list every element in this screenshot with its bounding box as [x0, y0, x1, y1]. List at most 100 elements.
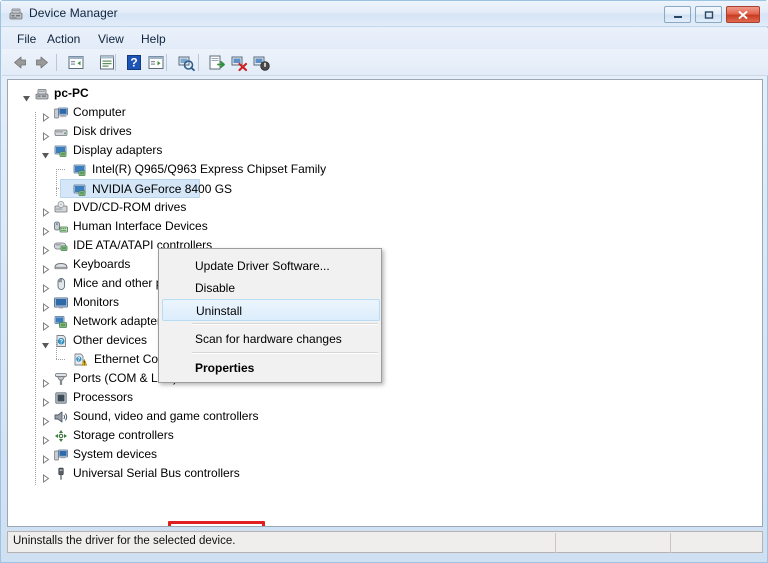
status-bar-divider [555, 533, 556, 553]
tree-guide [56, 169, 57, 197]
menu-file[interactable]: File [12, 31, 41, 47]
display-adapter-icon [72, 182, 88, 198]
status-bar: Uninstalls the driver for the selected d… [7, 531, 763, 553]
device-manager-icon [8, 6, 24, 22]
chevron-right-icon[interactable] [41, 470, 50, 483]
properties-icon[interactable] [97, 53, 117, 72]
tree-item-label: pc-PC [54, 86, 89, 100]
chevron-down-icon[interactable] [41, 147, 50, 159]
context-menu-item-properties[interactable]: Properties [162, 357, 380, 379]
minimize-button[interactable] [664, 6, 691, 23]
context-menu-separator [192, 323, 378, 325]
back-arrow-icon[interactable] [10, 53, 30, 72]
menu-view[interactable]: View [93, 31, 129, 47]
hid-icon [53, 219, 69, 235]
chevron-right-icon[interactable] [41, 223, 50, 236]
minimize-icon [665, 7, 690, 22]
tree-item-label: Display adapters [73, 143, 163, 157]
context-menu-item-scan-for-hardware-changes[interactable]: Scan for hardware changes [162, 328, 380, 350]
disable-device-icon[interactable] [251, 53, 271, 72]
tree-item-label: Universal Serial Bus controllers [73, 466, 240, 480]
dvd-drive-icon [53, 200, 69, 216]
tree-guide [56, 169, 66, 170]
update-driver-icon[interactable] [207, 53, 227, 72]
svg-text:!: ! [83, 361, 85, 367]
tree-item-label: Processors [73, 390, 134, 404]
svg-text:?: ? [130, 56, 137, 70]
show-hide-action-pane-icon[interactable] [146, 53, 166, 72]
toolbar-separator [56, 54, 57, 71]
mouse-icon [53, 276, 69, 292]
chevron-right-icon[interactable] [41, 394, 50, 407]
display-adapter-icon [53, 143, 69, 159]
tree-item-label: DVD/CD-ROM drives [73, 200, 187, 214]
chevron-right-icon[interactable] [41, 432, 50, 445]
tree-item-label: Sound, video and game controllers [73, 409, 259, 423]
port-icon [53, 371, 69, 387]
maximize-icon [696, 7, 721, 22]
toolbar: ? [2, 49, 768, 76]
tree-guide [35, 112, 36, 486]
context-menu-separator [192, 352, 378, 354]
chevron-right-icon[interactable] [41, 280, 50, 293]
context-menu-item-uninstall[interactable]: Uninstall [162, 299, 380, 321]
menu-help[interactable]: Help [136, 31, 171, 47]
device-context-menu[interactable]: Update Driver Software... Disable Uninst… [158, 248, 382, 526]
computer-root-icon [34, 86, 50, 102]
close-icon [727, 7, 759, 22]
chevron-down-icon[interactable] [41, 337, 50, 349]
tree-item-label: Intel(R) Q965/Q963 Express Chipset Famil… [92, 162, 327, 176]
scan-for-hardware-changes-icon[interactable] [176, 53, 196, 72]
menu-action[interactable]: Action [42, 31, 85, 47]
tree-item-label: Keyboards [73, 257, 131, 271]
status-bar-text: Uninstalls the driver for the selected d… [13, 535, 236, 547]
device-tree-pane[interactable]: pc-PC Computer Disk drives Display adapt… [7, 79, 763, 527]
window-title: Device Manager [29, 6, 118, 20]
tree-item-label: System devices [73, 447, 158, 461]
uninstall-device-icon[interactable] [229, 53, 249, 72]
tree-item-nvidia-display-adapter[interactable]: NVIDIA GeForce 8400 GS [60, 179, 232, 198]
svg-text:?: ? [59, 339, 63, 345]
chevron-right-icon[interactable] [41, 128, 50, 141]
chevron-right-icon[interactable] [41, 318, 50, 331]
tree-item-label: Storage controllers [73, 428, 174, 442]
tree-item-label: Disk drives [73, 124, 132, 138]
chevron-right-icon[interactable] [41, 242, 50, 255]
keyboard-icon [53, 257, 69, 273]
tree-item-label: Monitors [73, 295, 120, 309]
tree-item-label: Network adapters [73, 314, 168, 328]
chevron-right-icon[interactable] [41, 109, 50, 122]
chevron-right-icon[interactable] [41, 451, 50, 464]
tree-item-label: Other devices [73, 333, 148, 347]
tree-item-label: NVIDIA GeForce 8400 GS [92, 182, 233, 196]
monitor-icon [53, 295, 69, 311]
display-adapter-icon [72, 162, 88, 178]
ide-controller-icon [53, 238, 69, 254]
context-menu-item-disable[interactable]: Disable [162, 277, 380, 299]
show-hide-console-tree-icon[interactable] [66, 53, 86, 72]
title-bar: Device Manager [1, 1, 768, 27]
chevron-right-icon[interactable] [41, 375, 50, 388]
tree-item-label: Computer [73, 105, 126, 119]
forward-arrow-icon[interactable] [32, 53, 52, 72]
chevron-right-icon[interactable] [41, 413, 50, 426]
help-icon[interactable]: ? [124, 53, 144, 72]
chevron-right-icon[interactable] [41, 204, 50, 217]
toolbar-separator [198, 54, 199, 71]
svg-text:?: ? [77, 357, 80, 363]
chevron-right-icon[interactable] [41, 299, 50, 312]
status-bar-divider [670, 533, 671, 553]
menu-bar: File Action View Help [2, 28, 768, 49]
properties-highlight-annotation [168, 521, 265, 526]
sound-controller-icon [53, 409, 69, 425]
maximize-button[interactable] [695, 6, 722, 23]
unknown-device-warning-icon: ? ! [72, 352, 88, 368]
chevron-right-icon[interactable] [41, 261, 50, 274]
context-menu-item-update-driver-software[interactable]: Update Driver Software... [162, 255, 380, 277]
close-button[interactable] [726, 6, 760, 23]
chevron-down-icon[interactable] [22, 90, 31, 102]
toolbar-separator [115, 54, 116, 71]
toolbar-separator [166, 54, 167, 71]
other-devices-icon: ? [53, 333, 69, 349]
tree-guide [56, 359, 66, 360]
